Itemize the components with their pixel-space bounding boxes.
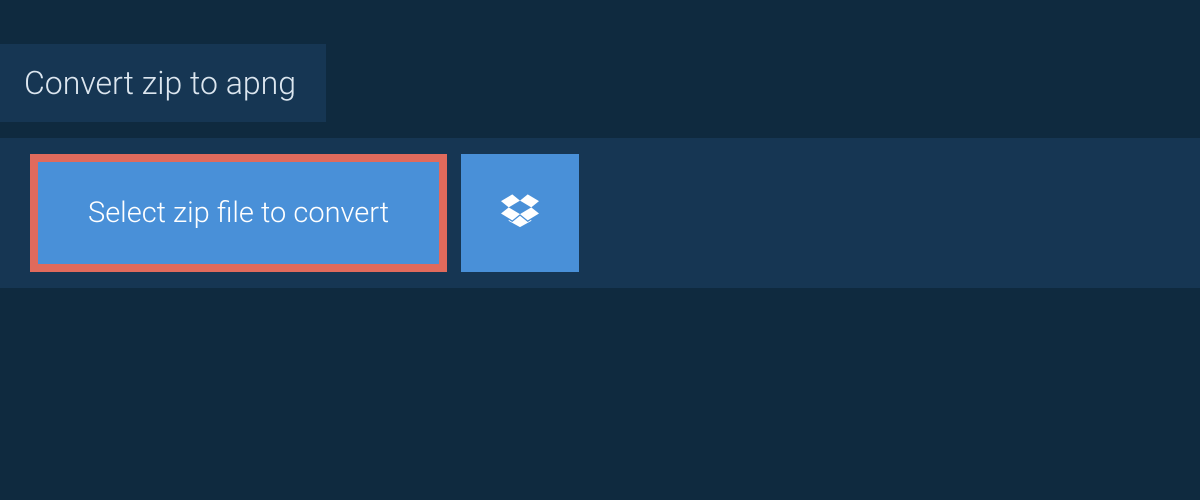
page-title: Convert zip to apng <box>24 64 296 102</box>
select-file-label: Select zip file to convert <box>88 196 389 230</box>
converter-panel: Convert zip to apng Select zip file to c… <box>0 0 1200 500</box>
dropbox-icon <box>501 194 539 232</box>
dropbox-button[interactable] <box>461 154 579 272</box>
select-file-button[interactable]: Select zip file to convert <box>30 154 447 272</box>
action-row: Select zip file to convert <box>0 138 1200 288</box>
tab-header: Convert zip to apng <box>0 44 326 122</box>
